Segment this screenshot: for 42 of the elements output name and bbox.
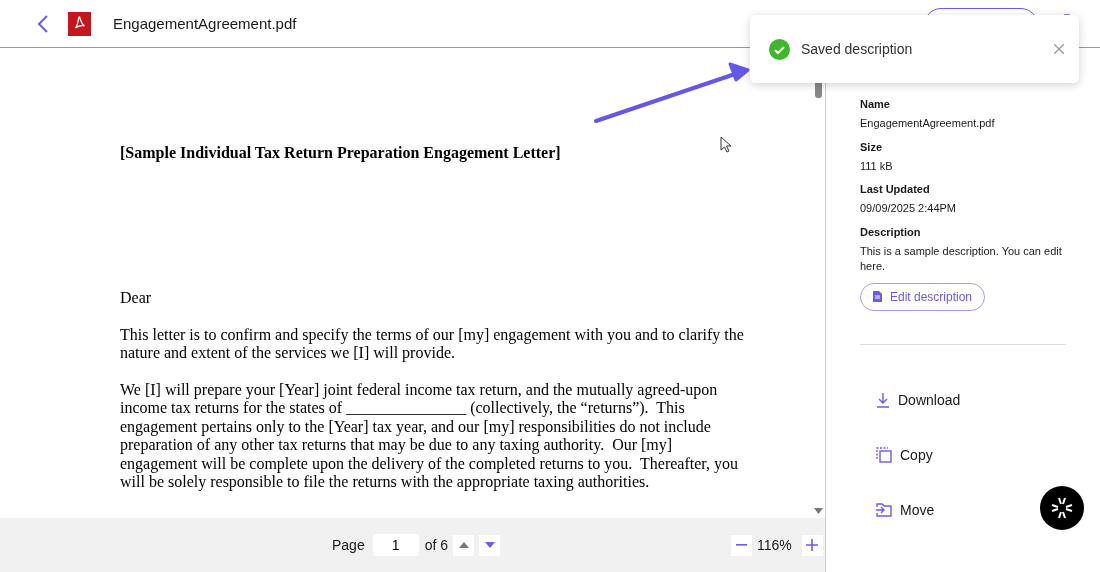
file-name: EngagementAgreement.pdf	[113, 15, 297, 32]
field-label: Size	[860, 140, 883, 153]
action-button[interactable]: Copy	[876, 445, 933, 464]
up-triangle-icon	[458, 542, 469, 548]
next-page-button[interactable]	[479, 534, 501, 556]
field-label: Last Updated	[860, 183, 931, 195]
assistant-button[interactable]	[1040, 486, 1084, 530]
page-label: Page	[332, 537, 365, 553]
edit-description-button[interactable]: Edit description	[860, 282, 986, 311]
document-icon	[873, 291, 882, 302]
down-triangle-icon	[484, 542, 495, 548]
download-icon	[876, 391, 890, 408]
field-value: 111 kB	[860, 158, 894, 174]
document-title: [Sample Individual Tax Return Preparation Engagement Letter]	[120, 144, 561, 162]
field-value: EngagementAgreement.pdf	[860, 116, 996, 131]
back-icon[interactable]	[36, 13, 50, 34]
close-button[interactable]	[1054, 44, 1064, 54]
salutation: Dear	[120, 289, 153, 308]
field-value: 09/09/2025 2:44PM	[860, 201, 958, 216]
plus-icon	[806, 539, 819, 551]
previous-page-button[interactable]	[453, 534, 475, 556]
pdf-icon	[68, 11, 91, 36]
action-button[interactable]: Download	[876, 390, 961, 409]
minus-icon	[736, 544, 747, 546]
action-button[interactable]: Move	[876, 500, 935, 519]
zoom-level: 116%	[757, 537, 792, 553]
folder-arrow-icon	[876, 502, 892, 517]
paragraph: This letter is to confirm and specify the terms of our [my] engagement with you and to clarify the nature and extent of the services we [I] will provide.	[120, 325, 745, 363]
mouse-cursor-icon	[720, 136, 732, 153]
field-label: Name	[860, 98, 891, 110]
scroll-down-icon[interactable]	[814, 508, 823, 514]
zoom-out-button[interactable]	[731, 534, 752, 556]
field-label: Description	[860, 225, 922, 238]
zoom-in-button[interactable]	[801, 534, 823, 556]
field-value: This is a sample description. You can edit here.	[860, 243, 1063, 274]
paragraph: We [I] will prepare your [Year] joint federal income tax return, and the mutually agreed-upon income tax returns for the states of _______________ (collectively, the “returns”). This engagement pertains only to the [Year] tax year, and our [my] responsibilities do not include preparation of any other tax returns that may be due to any taxing authority. Our [my] engagement will be complete upon the delivery of the completed returns to you. Thereafter, you will be solely responsible to file the returns with the appropriate taxing authorities.	[120, 380, 739, 492]
toast-message: Saved description	[801, 41, 914, 57]
success-check-icon	[769, 38, 790, 60]
page-count: of 6	[424, 537, 449, 553]
copy-icon	[876, 446, 892, 463]
page-input[interactable]: 1	[372, 534, 419, 556]
sparkle-icon	[1050, 496, 1074, 520]
